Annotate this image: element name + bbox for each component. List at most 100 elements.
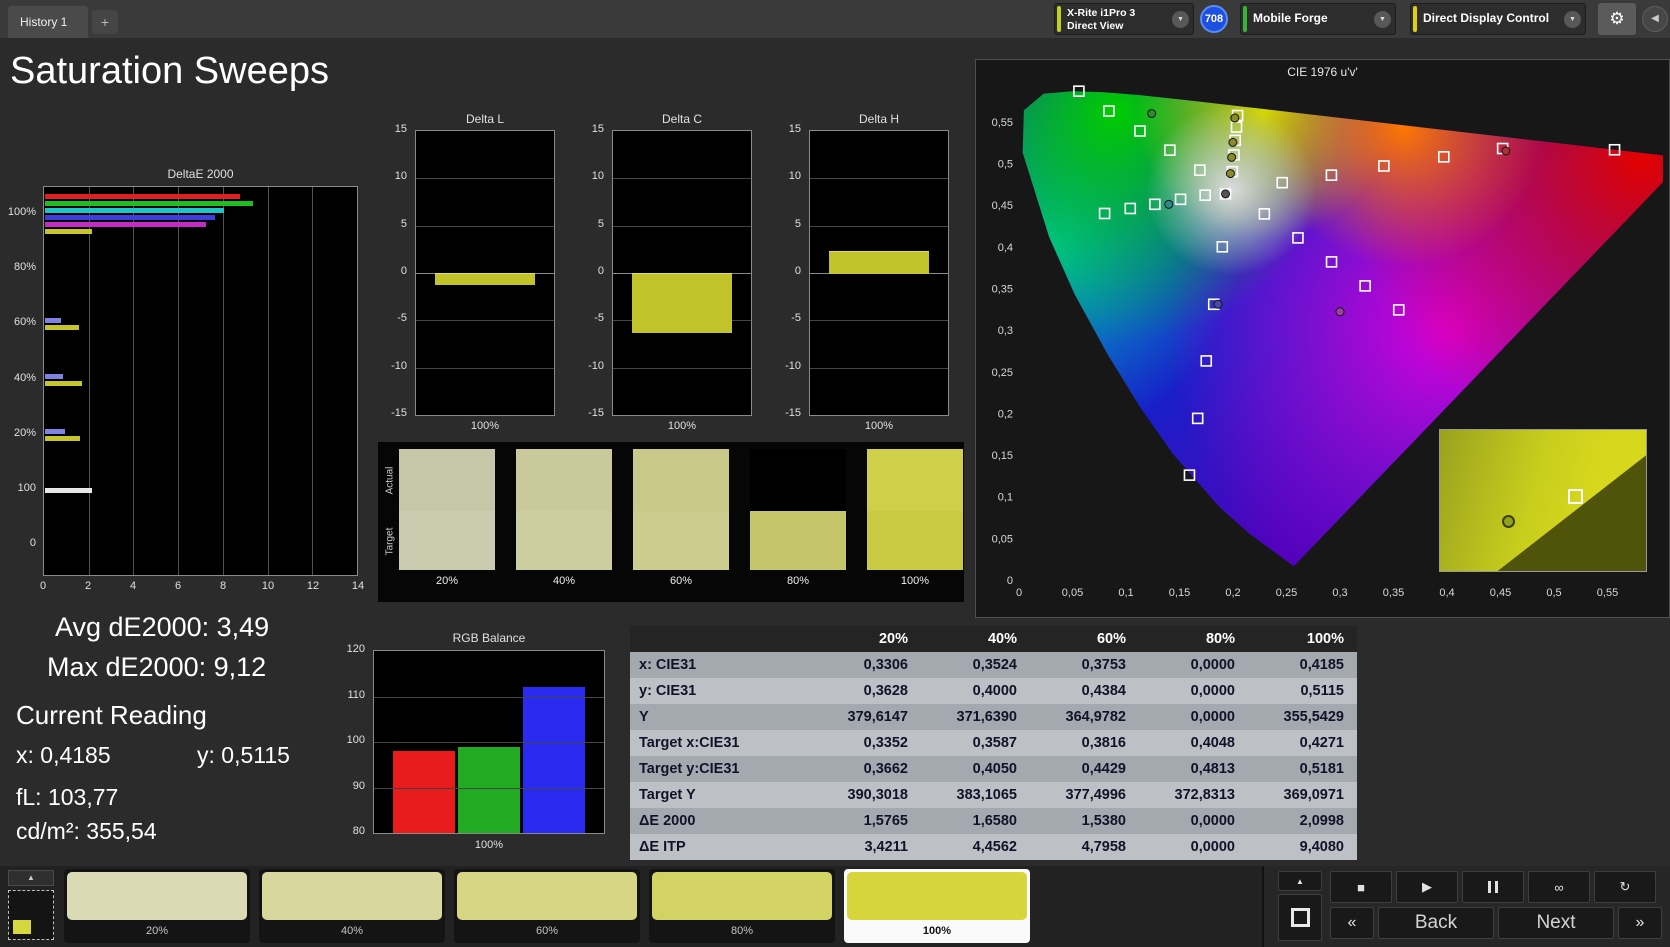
patch-button-80%[interactable]: 80% <box>649 869 835 943</box>
svg-text:0,45: 0,45 <box>1490 587 1511 599</box>
pause-icon <box>1488 881 1498 893</box>
meter-dropdown[interactable]: X-Rite i1Pro 3 Direct View ▼ <box>1054 3 1194 35</box>
y-tick-label: 120 <box>346 643 365 655</box>
table-cell: 0,4185 <box>1299 657 1344 673</box>
play-icon: ▶ <box>1422 879 1432 894</box>
delta-h-title: Delta H <box>858 112 899 126</box>
gridline <box>416 225 554 227</box>
y-tick-label: 15 <box>788 123 801 135</box>
table-row: Y 379,6147 371,6390 364,9782 0,0000 355,5429 <box>630 704 1357 730</box>
swatch-label: 80% <box>786 575 810 587</box>
double-chevron-right-icon: » <box>1635 914 1645 931</box>
chevron-down-icon[interactable]: ▼ <box>1564 11 1581 28</box>
y-tick-label: -10 <box>588 359 604 372</box>
table-cell: 0,0000 <box>1190 709 1235 725</box>
stop-icon: ■ <box>1357 879 1365 895</box>
rgb-balance-title: RGB Balance <box>452 631 526 645</box>
patch-swatch <box>652 872 832 920</box>
table-cell: 0,4813 <box>1190 761 1235 777</box>
collapse-panel-button[interactable]: ◀ <box>1642 6 1668 32</box>
table-row: ΔE 2000 1,5765 1,6580 1,5380 0,0000 2,0998 <box>630 808 1357 834</box>
chevron-down-icon[interactable]: ▼ <box>1374 11 1391 28</box>
cie-zoom-inset <box>1439 429 1647 572</box>
up-arrow-icon: ▲ <box>27 873 35 882</box>
y-tick-label: 110 <box>347 688 365 701</box>
y-tick-label: 0 <box>400 265 407 277</box>
swatch-column: 60% <box>633 449 729 590</box>
svg-text:0,4: 0,4 <box>1439 587 1454 599</box>
svg-text:0,15: 0,15 <box>1169 587 1190 599</box>
patch-swatch <box>67 872 247 920</box>
stop-button[interactable]: ■ <box>1330 871 1392 903</box>
inset-measurement-dot <box>1501 514 1515 528</box>
stop-measure-button[interactable] <box>1278 894 1322 941</box>
gridline <box>133 187 135 575</box>
y-tick-label: 80% <box>13 261 36 274</box>
max-de2000: Max dE2000: 9,12 <box>47 652 267 682</box>
target-swatch <box>867 511 963 570</box>
table-cell: 0,3306 <box>863 657 908 673</box>
play-button[interactable]: ▶ <box>1396 871 1458 903</box>
table-cell: 3,4211 <box>864 839 908 855</box>
delta-l-plot <box>415 130 555 416</box>
pause-button[interactable] <box>1462 871 1524 903</box>
swatch-label: 20% <box>435 575 459 587</box>
meter-count-badge[interactable]: 708 <box>1200 5 1228 33</box>
delta-l-x-label: 100% <box>470 420 500 432</box>
table-cell: 0,4000 <box>972 683 1017 699</box>
svg-text:0,3: 0,3 <box>998 325 1013 337</box>
collapse-left-icon: ◀ <box>1651 13 1659 24</box>
y-tick-label: 20% <box>13 426 36 439</box>
page-title: Saturation Sweeps <box>10 50 329 92</box>
loop-button[interactable]: ↻ <box>1594 871 1656 903</box>
delta-l-title: Delta L <box>465 112 505 126</box>
table-row: y: CIE31 0,3628 0,4000 0,4384 0,0000 0,5115 <box>630 678 1357 704</box>
add-tab-button[interactable]: + <box>92 10 118 34</box>
patch-button-100%[interactable]: 100% <box>844 869 1030 943</box>
chevron-down-icon[interactable]: ▼ <box>1172 11 1189 28</box>
meter-accent-bar <box>1057 6 1061 32</box>
deltae-chart-title: DeltaE 2000 <box>167 167 234 181</box>
actual-swatch <box>633 449 729 511</box>
patch-button-40%[interactable]: 40% <box>259 869 445 943</box>
patch-scroll-up-button[interactable]: ▲ <box>8 870 54 886</box>
meter-name: X-Rite i1Pro 3 <box>1067 7 1136 19</box>
table-column-header: 40% <box>987 631 1017 647</box>
delta-bar <box>435 273 535 286</box>
tab-history-1[interactable]: History 1 <box>8 6 88 38</box>
x-tick-label: 2 <box>84 580 92 592</box>
actual-swatch <box>750 449 846 511</box>
next-button[interactable]: Next <box>1498 907 1614 939</box>
display-control-dropdown[interactable]: Direct Display Control ▼ <box>1410 3 1586 35</box>
mini-swatch <box>13 920 31 934</box>
deltae-bar <box>45 487 92 493</box>
table-cell: 9,4080 <box>1299 839 1344 855</box>
y-tick-label: 5 <box>400 217 407 230</box>
skip-back-button[interactable]: « <box>1330 907 1374 939</box>
continuous-button[interactable]: ∞ <box>1528 871 1590 903</box>
gridline <box>810 178 948 180</box>
patch-button-60%[interactable]: 60% <box>454 869 640 943</box>
y-tick-label: 60% <box>13 316 36 329</box>
skip-next-button[interactable]: » <box>1618 907 1662 939</box>
table-corner-cell <box>630 626 812 652</box>
settings-button[interactable]: ⚙ <box>1598 3 1636 35</box>
swatch-column: 40% <box>516 449 612 590</box>
table-cell: 355,5429 <box>1283 709 1344 725</box>
row-label: ΔE ITP <box>639 839 686 855</box>
swatch-column: 100% <box>867 449 963 590</box>
controls-up-button[interactable]: ▲ <box>1278 871 1322 891</box>
back-button[interactable]: Back <box>1378 907 1494 939</box>
deltae-x-axis: 0 2 4 6 8 10 12 14 <box>40 580 364 594</box>
inset-target-square <box>1567 489 1583 505</box>
svg-text:0,05: 0,05 <box>1062 587 1083 599</box>
rgb-balance-plot <box>373 650 605 834</box>
patch-button-20%[interactable]: 20% <box>64 869 250 943</box>
delta-c-plot <box>612 130 752 416</box>
table-column-header: 100% <box>1306 631 1344 647</box>
source-dropdown[interactable]: Mobile Forge ▼ <box>1240 3 1396 35</box>
swatch-label: 40% <box>552 575 576 587</box>
double-chevron-left-icon: « <box>1347 914 1357 931</box>
current-reading-heading: Current Reading <box>16 700 207 730</box>
custom-patch-button[interactable] <box>8 890 54 940</box>
